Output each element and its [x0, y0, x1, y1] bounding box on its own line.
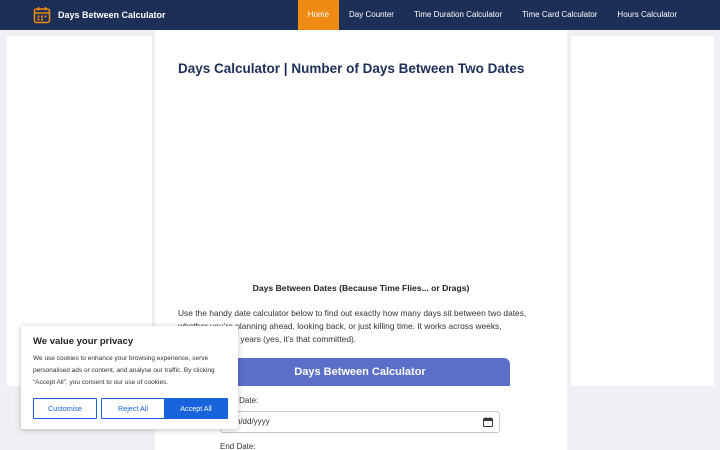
calendar-picker-icon[interactable]	[483, 417, 493, 427]
cookie-text: We use cookies to enhance your browsing …	[33, 355, 215, 386]
calculator-card: Days Between Calculator Start Date: mm/d…	[210, 358, 510, 450]
start-date-input[interactable]: mm/dd/yyyy	[220, 411, 500, 433]
calculator-title: Days Between Calculator	[210, 358, 510, 386]
customise-button[interactable]: Customise	[33, 398, 97, 419]
main-nav: Home Day Counter Time Duration Calculato…	[297, 0, 687, 30]
page-title: Days Calculator | Number of Days Between…	[178, 61, 525, 76]
nav-home[interactable]: Home	[297, 0, 340, 30]
end-date-label: End Date:	[220, 442, 256, 450]
accept-all-button[interactable]: Accept All	[164, 398, 228, 419]
nav-day-counter[interactable]: Day Counter	[339, 0, 404, 30]
cookie-title: We value your privacy	[33, 336, 134, 347]
right-sidebar	[571, 36, 714, 386]
cookie-consent-banner: We value your privacy We use cookies to …	[21, 326, 238, 429]
section-subheading: Days Between Dates (Because Time Flies..…	[252, 283, 470, 293]
brand-name: Days Between Calculator	[58, 10, 166, 20]
nav-time-duration-calculator[interactable]: Time Duration Calculator	[404, 0, 512, 30]
reject-all-button[interactable]: Reject All	[101, 398, 165, 419]
nav-time-card-calculator[interactable]: Time Card Calculator	[512, 0, 607, 30]
brand-link[interactable]: Days Between Calculator	[0, 0, 166, 30]
top-navbar: Days Between Calculator Home Day Counter…	[0, 0, 720, 30]
nav-hours-calculator[interactable]: Hours Calculator	[607, 0, 687, 30]
calendar-icon	[33, 7, 51, 24]
